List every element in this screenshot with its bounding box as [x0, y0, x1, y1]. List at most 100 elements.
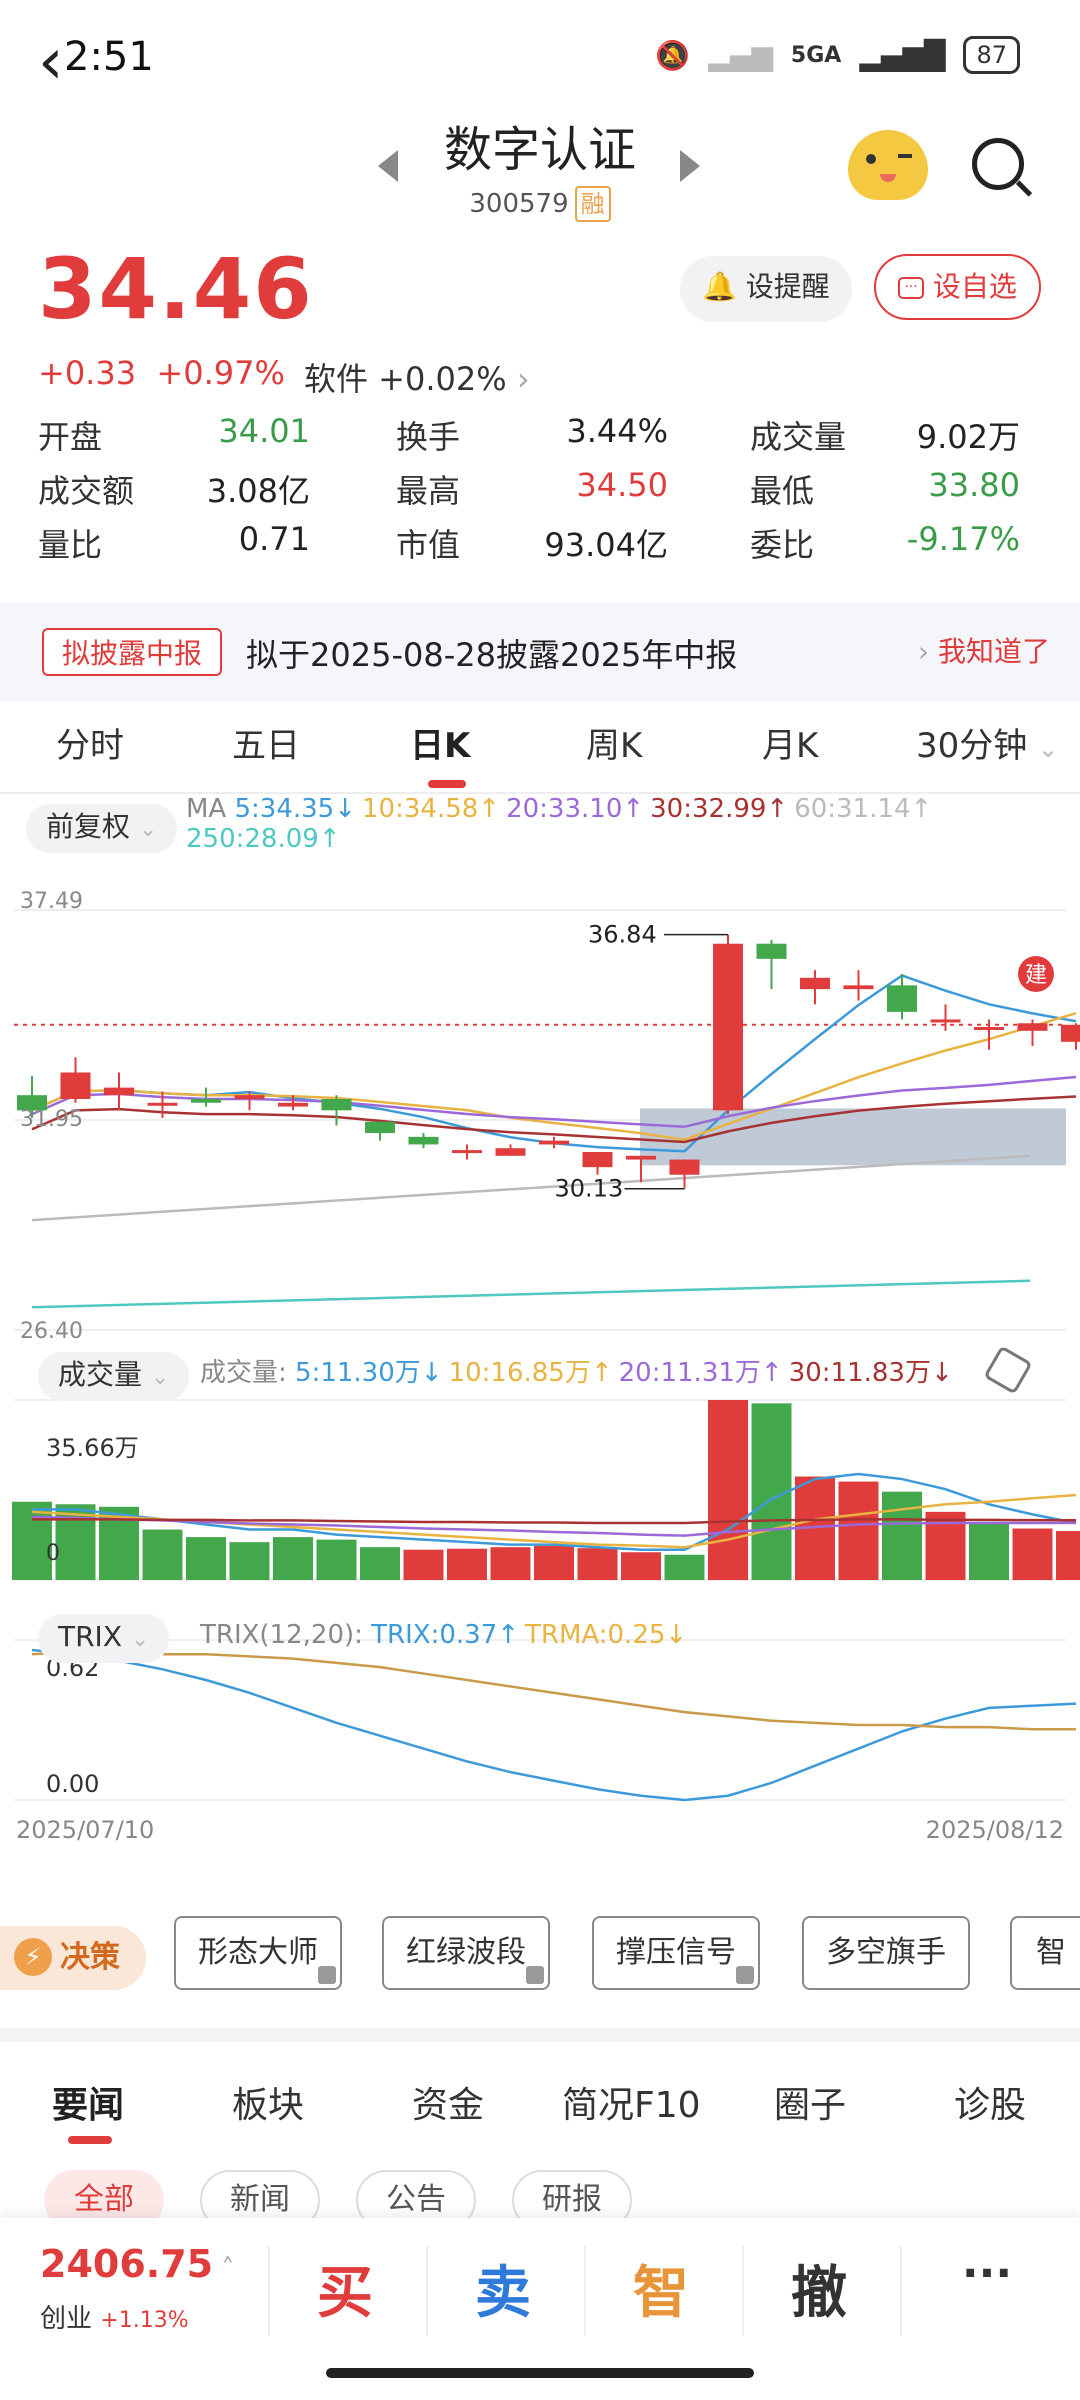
tab-sector[interactable]: 板块: [232, 2076, 304, 2128]
bell-icon: 🔔: [702, 270, 737, 303]
candle-body: [930, 1019, 961, 1023]
volume-bar: [969, 1521, 1009, 1580]
trix-dropdown[interactable]: TRIX ⌄: [38, 1614, 170, 1663]
candle-body: [1061, 1024, 1080, 1042]
tab-headlines[interactable]: 要闻: [52, 2076, 124, 2128]
adjust-dropdown[interactable]: 前复权 ⌄: [26, 804, 178, 853]
tool-wave-band[interactable]: 红绿波段: [382, 1916, 550, 1990]
sector-link[interactable]: 软件 +0.02% ›: [304, 354, 530, 400]
tools-row: 形态大师 红绿波段 撑压信号 多空旗手 智能: [0, 1916, 1080, 2016]
period-tabs: 分时 五日 日K 周K 月K 30分钟 ⌄: [0, 718, 1080, 784]
quote-label: 最低: [750, 472, 815, 510]
y-axis-mid-label: 31.95: [20, 1107, 83, 1132]
tab-30min[interactable]: 30分钟 ⌄: [916, 718, 1058, 767]
quote-value: 3.08亿: [206, 472, 310, 510]
tab-diagnose[interactable]: 诊股: [954, 2076, 1026, 2128]
quote-label: 市值: [396, 526, 461, 564]
chevron-down-icon: ⌄: [138, 817, 158, 842]
volume-dropdown[interactable]: 成交量 ⌄: [38, 1352, 190, 1401]
tab-30min-label: 30分钟: [916, 726, 1028, 766]
volume-bar: [273, 1537, 313, 1580]
tool-pattern-master[interactable]: 形态大师: [174, 1916, 342, 1990]
price-change: +0.33 +0.97%: [38, 354, 285, 392]
back-icon[interactable]: ‹: [38, 30, 64, 94]
news-tabs: 要闻 板块 资金 简况F10 圈子 诊股: [0, 2076, 1080, 2136]
volume-max-label: 35.66万: [46, 1434, 139, 1462]
tab-daily-k[interactable]: 日K: [410, 718, 470, 767]
quote-label: 换手: [396, 418, 461, 456]
add-favorite-button[interactable]: ··· 设自选: [874, 254, 1041, 320]
divider: [900, 2246, 902, 2336]
tab-intraday[interactable]: 分时: [56, 718, 124, 767]
status-icons: 🔕 ▂▄▆ 5GA ▂▄▆█ 87: [655, 36, 1020, 74]
ma250-value: 250:28.09↑: [186, 824, 341, 854]
trix-value: TRIX:0.37↑: [371, 1620, 520, 1650]
volume-title: 成交量:: [200, 1358, 287, 1388]
tool-label: 多空旗手: [826, 1935, 946, 1970]
stock-code: 300579: [469, 189, 569, 219]
candle-body: [104, 1087, 134, 1096]
wifi-icon: ▂▄▆: [708, 38, 773, 72]
lock-icon: [526, 1966, 544, 1984]
mute-icon: 🔕: [655, 38, 691, 72]
more-button[interactable]: ···: [912, 2248, 1062, 2299]
quote-value: 33.80: [928, 466, 1020, 504]
volume-ma-value: 30:11.83万↓: [788, 1358, 953, 1388]
trix-value: TRMA:0.25↓: [525, 1620, 688, 1650]
volume-bar: [316, 1539, 357, 1580]
sell-button[interactable]: 卖: [428, 2248, 578, 2329]
tab-f10[interactable]: 简况F10: [562, 2076, 701, 2128]
trix-title: TRIX(12,20):: [200, 1620, 363, 1650]
candle-body: [539, 1140, 569, 1145]
notice-text[interactable]: 拟于2025-08-28披露2025年中报: [246, 630, 737, 676]
plus-square-icon: ···: [898, 277, 924, 299]
search-icon[interactable]: [972, 138, 1024, 190]
ma250-line: [31, 1279, 1031, 1309]
smart-button[interactable]: 智: [586, 2248, 736, 2329]
max-price-label: 36.84: [588, 921, 657, 949]
candle-body: [234, 1095, 265, 1099]
change-value: +0.33: [38, 354, 137, 392]
build-marker-label: 建: [1025, 963, 1047, 988]
mascot-icon[interactable]: [848, 130, 928, 200]
network-label: 5GA: [790, 42, 842, 68]
quote-label: 量比: [38, 526, 103, 564]
volume-bar: [447, 1548, 487, 1580]
candle-body: [495, 1148, 526, 1156]
battery-icon: 87: [963, 36, 1020, 74]
candle-body: [843, 985, 874, 990]
add-favorite-label: 设自选: [932, 270, 1017, 303]
volume-bar: [577, 1548, 618, 1580]
tool-bull-bear[interactable]: 多空旗手: [802, 1916, 970, 1990]
index-value[interactable]: 2406.75 ˄: [40, 2242, 234, 2286]
min-price-label: 30.13: [555, 1175, 624, 1203]
tab-monthly-k[interactable]: 月K: [762, 718, 818, 767]
cancel-order-button[interactable]: 撤: [744, 2248, 894, 2329]
candle-body: [147, 1102, 178, 1106]
volume-bar: [360, 1547, 400, 1580]
tab-weekly-k[interactable]: 周K: [586, 718, 642, 767]
volume-bar: [621, 1552, 661, 1580]
chevron-down-icon: ⌄: [1038, 735, 1059, 763]
buy-button[interactable]: 买: [270, 2248, 420, 2329]
notice-tag: 拟披露中报: [42, 628, 223, 676]
volume-bar: [1012, 1528, 1053, 1580]
tool-support-signal[interactable]: 撑压信号: [592, 1916, 760, 1990]
volume-ma-value: 10:16.85万↑: [448, 1358, 613, 1388]
tab-funds[interactable]: 资金: [412, 2076, 484, 2128]
tab-circle[interactable]: 圈子: [774, 2076, 846, 2128]
caret-up-icon: ˄: [213, 2254, 235, 2284]
volume-bar: [882, 1491, 922, 1580]
tab-five-day[interactable]: 五日: [232, 718, 300, 767]
tool-label: 形态大师: [198, 1935, 318, 1970]
tool-smart[interactable]: 智能: [1010, 1916, 1080, 1990]
y-axis-bottom-label: 26.40: [20, 1319, 83, 1344]
set-reminder-button[interactable]: 🔔 设提醒: [680, 256, 852, 322]
candle-body: [974, 1027, 1004, 1031]
index-change: +1.13%: [100, 2308, 189, 2333]
notice-dismiss-button[interactable]: › 我知道了: [918, 630, 1050, 670]
candle-body: [669, 1159, 700, 1175]
ma60-line: [31, 1154, 1031, 1222]
chevron-right-icon: ›: [516, 360, 530, 398]
candle-body: [713, 943, 743, 1111]
